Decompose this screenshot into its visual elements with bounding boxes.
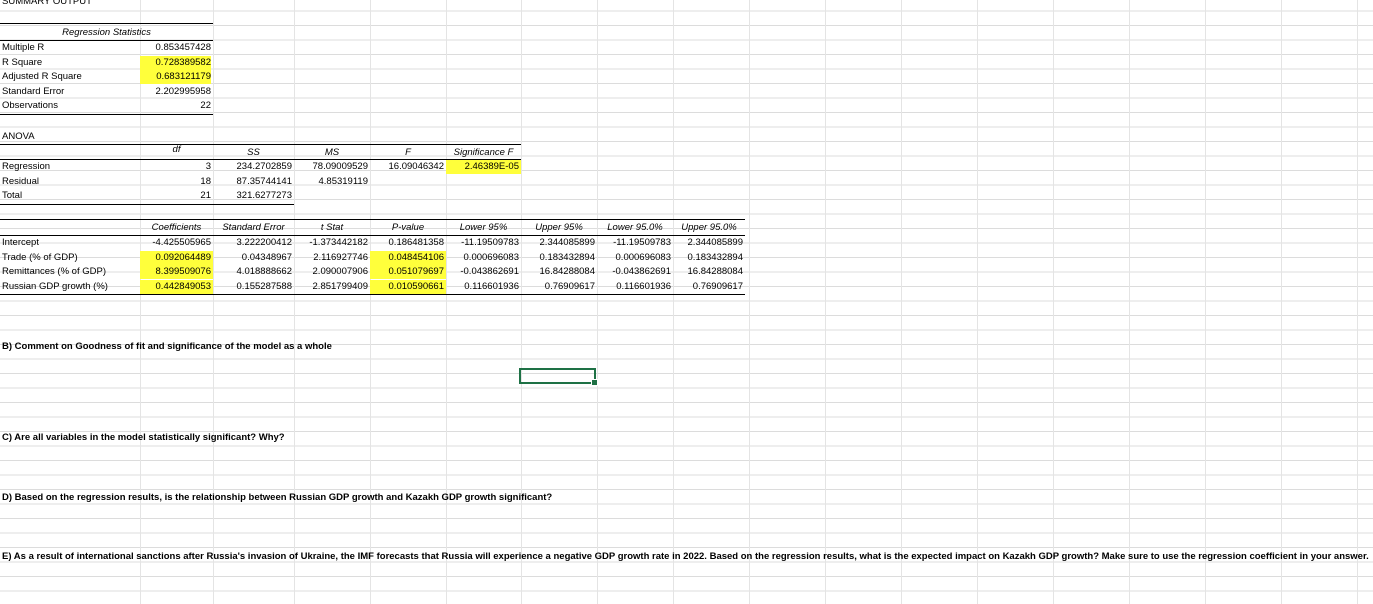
question-e: E) As a result of international sanction… — [2, 551, 1369, 562]
coef-value: 0.092064489 — [140, 251, 213, 265]
coef-header: Lower 95.0% — [607, 222, 663, 233]
anova-ss: 234.2702859 — [236, 161, 292, 172]
coef-top-border — [0, 219, 745, 220]
regstats-label: Multiple R — [2, 42, 45, 53]
coef-lower95: 0.000696083 — [463, 252, 519, 263]
coef-pvalue: 0.051079697 — [370, 265, 446, 279]
coef-value: 8.399509076 — [140, 265, 213, 279]
coef-lower950: -0.043862691 — [612, 266, 671, 277]
anova-df: 21 — [200, 190, 211, 201]
regstats-bottom-border — [0, 114, 213, 115]
anova-ss: 87.35744141 — [236, 176, 292, 187]
coef-tstat: 2.851799409 — [312, 281, 368, 292]
regstats-value: 0.683121179 — [140, 70, 211, 84]
coef-row-label: Intercept — [2, 237, 39, 248]
regstats-label: Observations — [2, 100, 58, 111]
anova-row-label: Total — [2, 190, 23, 201]
anova-df: 3 — [205, 161, 211, 172]
regstats-top-border — [0, 23, 213, 24]
anova-ms: 78.09009529 — [312, 161, 368, 172]
anova-row-label: Residual — [2, 176, 39, 187]
question-b: B) Comment on Goodness of fit and signif… — [2, 341, 332, 352]
coef-tstat: 2.116927746 — [313, 252, 368, 263]
coef-stderr: 3.222200412 — [236, 237, 292, 248]
coef-stderr: 4.018888662 — [236, 266, 292, 277]
anova-row-label: Regression — [2, 161, 51, 172]
coef-upper950: 16.84288084 — [687, 266, 743, 277]
coef-row-label: Trade (% of GDP) — [2, 252, 78, 263]
coef-pvalue: 0.010590661 — [370, 280, 446, 294]
coef-bottom-border — [0, 294, 745, 295]
coef-tstat: 2.090007906 — [312, 266, 368, 277]
regstats-value: 22 — [200, 100, 211, 111]
anova-bottom-border — [0, 204, 294, 205]
question-d: D) Based on the regression results, is t… — [2, 492, 553, 503]
coef-upper950: 0.76909617 — [692, 281, 743, 292]
regstats-value: 2.202995958 — [155, 86, 211, 97]
coef-value: -4.425505965 — [152, 237, 211, 248]
coef-header: Standard Error — [222, 222, 285, 233]
fill-handle[interactable] — [591, 379, 598, 386]
regstats-header: Regression Statistics — [62, 27, 151, 38]
anova-header: MS — [324, 147, 340, 158]
coef-lower95: -0.043862691 — [460, 266, 519, 277]
coef-header: Coefficients — [151, 222, 202, 233]
coef-lower95: -11.19509783 — [461, 237, 519, 248]
anova-significance-f: 2.46389E-05 — [446, 160, 521, 174]
question-c: C) Are all variables in the model statis… — [2, 432, 285, 443]
regstats-value: 0.728389582 — [140, 56, 211, 70]
anova-df: 18 — [200, 176, 211, 187]
regstats-label: Standard Error — [2, 86, 65, 97]
coef-header: Upper 95% — [535, 222, 583, 233]
anova-header: df — [172, 144, 181, 155]
coef-header: P-value — [391, 222, 425, 233]
coef-upper950: 0.183432894 — [687, 252, 743, 263]
anova-top-border — [0, 144, 521, 145]
coef-lower95: 0.116601936 — [464, 281, 519, 292]
anova-header: F — [405, 147, 411, 158]
coef-value: 0.442849053 — [140, 280, 213, 294]
coef-pvalue: 0.186481358 — [388, 237, 444, 248]
anova-header: Significance F — [453, 147, 514, 158]
coef-row-label: Remittances (% of GDP) — [2, 266, 106, 277]
coef-upper950: 2.344085899 — [687, 237, 743, 248]
regstats-label: Adjusted R Square — [2, 71, 82, 82]
coef-upper95: 2.344085899 — [539, 237, 595, 248]
anova-ss: 321.6277273 — [236, 190, 292, 201]
coef-lower950: 0.000696083 — [615, 252, 671, 263]
coef-upper95: 0.183432894 — [539, 252, 595, 263]
coef-upper95: 16.84288084 — [539, 266, 595, 277]
coef-row-label: Russian GDP growth (%) — [2, 281, 108, 292]
regstats-value: 0.853457428 — [155, 42, 211, 53]
coef-tstat: -1.373442182 — [309, 237, 368, 248]
coef-header: Lower 95% — [459, 222, 508, 233]
anova-header: SS — [247, 147, 260, 158]
coef-header: Upper 95.0% — [681, 222, 737, 233]
coef-lower950: 0.116601936 — [616, 281, 671, 292]
coef-pvalue: 0.048454106 — [370, 251, 446, 265]
anova-f: 16.09046342 — [388, 161, 444, 172]
coef-header: t Stat — [320, 222, 344, 233]
summary-title: SUMMARY OUTPUT — [2, 0, 92, 7]
coef-upper95: 0.76909617 — [544, 281, 595, 292]
coef-lower950: -11.19509783 — [613, 237, 671, 248]
anova-title: ANOVA — [2, 131, 35, 142]
coef-stderr: 0.04348967 — [241, 252, 292, 263]
selected-cell[interactable] — [519, 368, 598, 386]
coef-stderr: 0.155287588 — [236, 281, 292, 292]
anova-ms: 4.85319119 — [318, 176, 369, 187]
regstats-label: R Square — [2, 57, 43, 68]
